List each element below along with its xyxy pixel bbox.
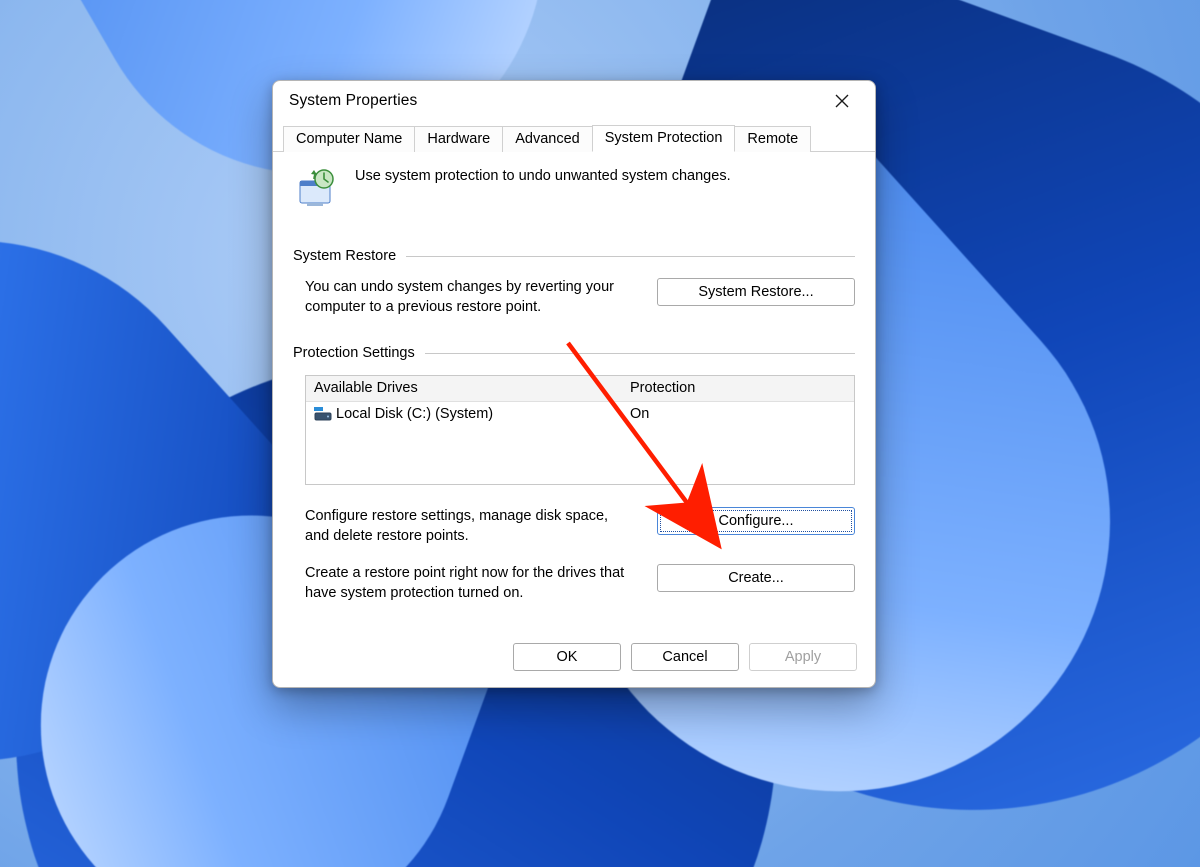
apply-button[interactable]: Apply: [749, 643, 857, 671]
configure-description: Configure restore settings, manage disk …: [305, 507, 631, 546]
section-protection-settings: Protection Settings: [293, 345, 855, 361]
tab-remote[interactable]: Remote: [734, 126, 811, 152]
section-system-restore: System Restore: [293, 248, 855, 264]
tab-hardware[interactable]: Hardware: [414, 126, 503, 152]
ok-button[interactable]: OK: [513, 643, 621, 671]
system-properties-dialog: System Properties Computer Name Hardware…: [272, 80, 876, 688]
system-protection-icon: [293, 166, 341, 214]
dialog-footer: OK Cancel Apply: [273, 635, 875, 687]
intro-row: Use system protection to undo unwanted s…: [293, 166, 855, 214]
col-available-drives: Available Drives: [306, 376, 622, 401]
titlebar: System Properties: [273, 81, 875, 121]
section-heading: System Restore: [293, 248, 406, 264]
tab-strip: Computer Name Hardware Advanced System P…: [273, 121, 875, 152]
table-header: Available Drives Protection: [306, 376, 854, 402]
close-icon: [835, 94, 849, 108]
section-heading: Protection Settings: [293, 345, 425, 361]
drive-icon: [314, 407, 332, 421]
drive-name: Local Disk (C:) (System): [336, 406, 493, 422]
tab-advanced[interactable]: Advanced: [502, 126, 593, 152]
system-restore-button[interactable]: System Restore...: [657, 278, 855, 306]
intro-text: Use system protection to undo unwanted s…: [355, 166, 731, 184]
drives-table[interactable]: Available Drives Protection Local Disk (…: [305, 375, 855, 485]
configure-button[interactable]: Configure...: [657, 507, 855, 535]
create-description: Create a restore point right now for the…: [305, 564, 631, 603]
window-title: System Properties: [289, 92, 819, 110]
col-protection: Protection: [622, 376, 854, 401]
tab-computer-name[interactable]: Computer Name: [283, 126, 415, 152]
cancel-button[interactable]: Cancel: [631, 643, 739, 671]
table-row[interactable]: Local Disk (C:) (System) On: [306, 402, 854, 427]
drive-protection: On: [622, 402, 854, 427]
restore-description: You can undo system changes by reverting…: [305, 278, 631, 317]
create-button[interactable]: Create...: [657, 564, 855, 592]
tab-content: Use system protection to undo unwanted s…: [273, 152, 875, 635]
tab-system-protection[interactable]: System Protection: [592, 125, 736, 152]
close-button[interactable]: [819, 86, 865, 116]
